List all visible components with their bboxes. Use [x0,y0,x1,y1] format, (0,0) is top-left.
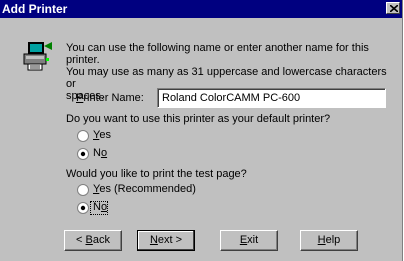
default-yes-radio[interactable] [77,130,89,142]
printer-name-label: Printer Name: [76,92,144,104]
default-printer-question: Do you want to use this printer as your … [66,113,331,125]
close-button[interactable] [386,2,400,14]
exit-button[interactable]: Exit [220,230,278,251]
default-no-label[interactable]: No [93,147,107,159]
default-no-radio[interactable] [77,148,89,160]
add-printer-window: Add Printer You can use the following na… [0,0,403,261]
test-page-question: Would you like to print the test page? [66,168,247,180]
test-no-radio[interactable] [77,202,89,214]
printer-name-input[interactable] [157,88,386,108]
title-bar[interactable]: Add Printer [0,0,402,18]
test-no-label[interactable]: No [93,201,107,213]
test-yes-label[interactable]: Yes (Recommended) [93,183,196,195]
window-title: Add Printer [2,2,68,16]
back-button[interactable]: < Back [64,230,122,251]
intro-line-1: You can use the following name or enter … [66,42,369,66]
help-button[interactable]: Help [300,230,358,251]
test-yes-radio[interactable] [77,184,89,196]
next-button[interactable]: Next > [137,230,195,251]
printer-icon [23,42,52,71]
intro-line-2: You may use as many as 31 uppercase and … [66,66,387,90]
default-yes-label[interactable]: Yes [93,129,111,141]
close-icon [390,5,398,12]
